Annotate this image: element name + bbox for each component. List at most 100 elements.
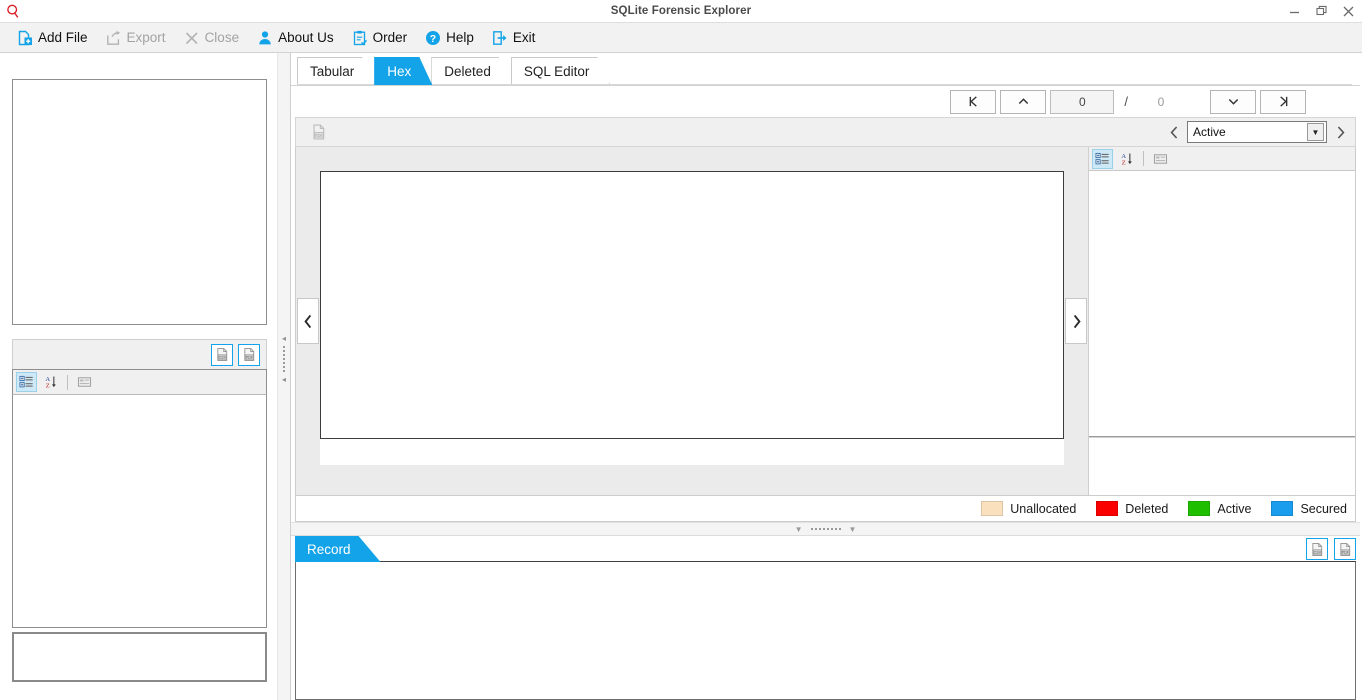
- question-icon: ?: [425, 30, 441, 46]
- next-page-button[interactable]: [1210, 89, 1256, 114]
- tab-hex[interactable]: Hex: [374, 57, 432, 85]
- status-legend: Unallocated Deleted Active Secured: [295, 496, 1356, 522]
- chevron-left-icon[interactable]: [297, 298, 319, 344]
- legend-swatch-unallocated: [981, 501, 1004, 516]
- left-panel-gap: [12, 325, 267, 339]
- svg-text:CSV: CSV: [218, 355, 226, 359]
- chevron-right-icon[interactable]: [1065, 298, 1087, 344]
- property-pages-icon[interactable]: [74, 372, 95, 392]
- page-number-input[interactable]: 0: [1050, 89, 1115, 114]
- pdf-export-icon[interactable]: PDF: [1334, 538, 1356, 560]
- legend-label-deleted: Deleted: [1125, 501, 1169, 516]
- last-page-button[interactable]: [1260, 89, 1306, 114]
- property-pages-icon[interactable]: [1150, 149, 1171, 169]
- window-title: SQLite Forensic Explorer: [610, 5, 752, 17]
- hex-property-grid[interactable]: [1089, 171, 1355, 437]
- close-icon[interactable]: [1335, 0, 1362, 22]
- toolbar-label-exit: Exit: [512, 30, 536, 45]
- window-controls: [1281, 0, 1362, 22]
- clipboard-icon: [352, 30, 368, 46]
- svg-text:Z: Z: [46, 382, 50, 389]
- main-area: CSV PDF A Z ◂ ◂ Tabular Hex Deleted SQL …: [0, 53, 1362, 700]
- legend-swatch-active: [1188, 501, 1211, 516]
- alphabetical-sort-icon[interactable]: A Z: [40, 372, 61, 392]
- toolbar-item-about-us[interactable]: About Us: [248, 22, 343, 53]
- left-status-box: [12, 632, 267, 682]
- first-page-button[interactable]: [950, 89, 997, 114]
- svg-text:Z: Z: [1122, 159, 1126, 166]
- previous-page-button[interactable]: [1000, 89, 1047, 114]
- database-tree-view[interactable]: [12, 79, 267, 325]
- filter-next-icon[interactable]: [1327, 119, 1353, 145]
- toolbar-label-close: Close: [204, 30, 240, 45]
- splitter-collapse-up-icon[interactable]: ◂: [282, 335, 286, 343]
- legend-label-secured: Secured: [1300, 501, 1347, 516]
- hex-property-description: [1089, 437, 1355, 495]
- tab-tabular[interactable]: Tabular: [297, 57, 375, 85]
- right-panel: Tabular Hex Deleted SQL Editor 0 / 0 PDF…: [291, 53, 1362, 700]
- splitter-collapse-down-icon[interactable]: ◂: [282, 376, 286, 384]
- left-panel: CSV PDF A Z: [0, 53, 277, 700]
- legend-swatch-secured: [1271, 501, 1294, 516]
- splitter-collapse-left-icon[interactable]: ▼: [795, 525, 803, 534]
- alphabetical-sort-icon[interactable]: A Z: [1116, 149, 1137, 169]
- tab-record[interactable]: Record: [295, 536, 381, 562]
- tab-sql-editor[interactable]: SQL Editor: [511, 57, 611, 85]
- record-content-area[interactable]: [295, 562, 1356, 700]
- tab-label-record: Record: [307, 541, 351, 557]
- legend-label-unallocated: Unallocated: [1010, 501, 1077, 516]
- horizontal-splitter[interactable]: ▼ ▼: [291, 522, 1360, 536]
- user-icon: [257, 30, 273, 46]
- record-export-buttons: CSV PDF: [1306, 538, 1356, 562]
- hex-footer-strip: [320, 439, 1064, 465]
- legend-label-active: Active: [1217, 501, 1252, 516]
- vertical-splitter-grip[interactable]: ◂ ◂: [278, 335, 290, 384]
- vertical-splitter[interactable]: ◂ ◂: [277, 53, 291, 700]
- categorized-view-icon[interactable]: [16, 372, 37, 392]
- splitter-collapse-right-icon[interactable]: ▼: [849, 525, 857, 534]
- pdf-export-icon[interactable]: PDF: [238, 343, 260, 366]
- minimize-icon[interactable]: [1281, 0, 1308, 22]
- tab-label-sql-editor: SQL Editor: [523, 64, 590, 79]
- toolbar-item-export[interactable]: Export: [97, 22, 175, 53]
- categorized-view-icon[interactable]: [1092, 148, 1113, 169]
- total-pages-label: 0: [1157, 94, 1165, 109]
- toolbar-label-add-file: Add File: [38, 30, 88, 45]
- toolbar-divider: [67, 374, 68, 390]
- tab-deleted[interactable]: Deleted: [431, 57, 512, 85]
- toolbar-item-close[interactable]: Close: [175, 22, 249, 53]
- record-region: Record CSV PDF: [291, 536, 1360, 700]
- csv-export-icon[interactable]: CSV: [1306, 538, 1328, 560]
- page-navigation: 0 / 0: [291, 86, 1360, 117]
- close-x-icon: [184, 30, 200, 46]
- export-icon: [106, 30, 122, 46]
- tab-label-deleted: Deleted: [444, 64, 491, 79]
- chevron-down-icon[interactable]: ▼: [1307, 123, 1324, 141]
- pdf-export-icon[interactable]: PDF: [310, 123, 328, 141]
- toolbar-label-export: Export: [126, 30, 166, 45]
- toolbar-item-add-file[interactable]: Add File: [8, 22, 97, 53]
- hex-content-pane[interactable]: [296, 147, 1088, 495]
- filter-previous-icon[interactable]: [1161, 119, 1187, 145]
- left-property-grid[interactable]: [12, 395, 267, 628]
- status-filter-select[interactable]: Active ▼: [1187, 121, 1327, 143]
- add-file-icon: [17, 30, 33, 46]
- toolbar-item-help[interactable]: ? Help: [416, 22, 483, 53]
- left-panel-footer: [12, 682, 267, 694]
- tab-label-tabular: Tabular: [310, 64, 355, 79]
- hex-filter-toolbar: PDF Active ▼: [295, 117, 1356, 147]
- hex-property-panel: A Z: [1088, 147, 1355, 495]
- legend-swatch-deleted: [1096, 501, 1119, 516]
- restore-icon[interactable]: [1308, 0, 1335, 22]
- status-filter-value: Active: [1193, 125, 1226, 139]
- toolbar-label-help: Help: [446, 30, 474, 45]
- toolbar-item-order[interactable]: Order: [343, 22, 417, 53]
- svg-text:PDF: PDF: [315, 132, 324, 137]
- hex-property-toolbar: A Z: [1089, 147, 1355, 171]
- toolbar-item-exit[interactable]: Exit: [483, 22, 545, 53]
- hex-view-region: 0 / 0 PDF Active ▼ A Z Unallocated Delet…: [291, 85, 1360, 522]
- hex-dump-area[interactable]: [320, 171, 1064, 439]
- csv-export-icon[interactable]: CSV: [211, 343, 233, 366]
- left-export-toolbar: CSV PDF: [12, 339, 267, 369]
- app-logo-magnifier-icon: [0, 0, 26, 22]
